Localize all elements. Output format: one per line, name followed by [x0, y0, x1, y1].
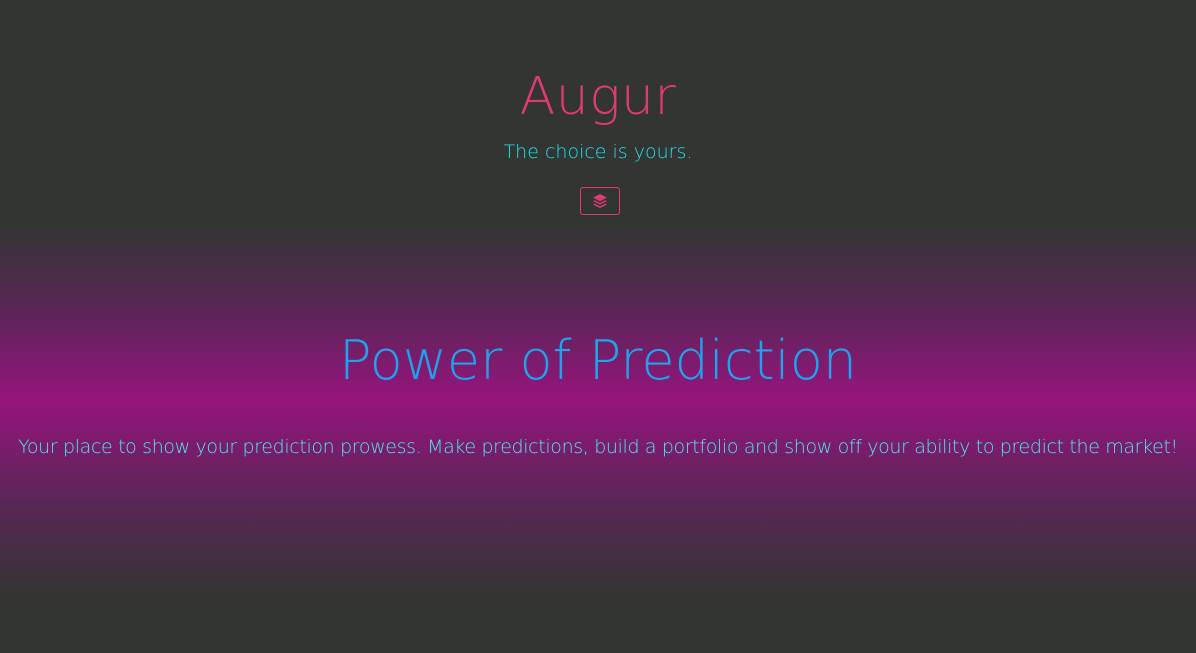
section-heading: Power of Prediction — [339, 329, 857, 392]
tagline: The choice is yours. — [503, 141, 693, 163]
layers-icon — [593, 194, 607, 208]
brand-title: Augur — [519, 67, 677, 127]
layers-button[interactable] — [580, 187, 620, 215]
section-description: Your place to show your prediction prowe… — [18, 436, 1178, 458]
